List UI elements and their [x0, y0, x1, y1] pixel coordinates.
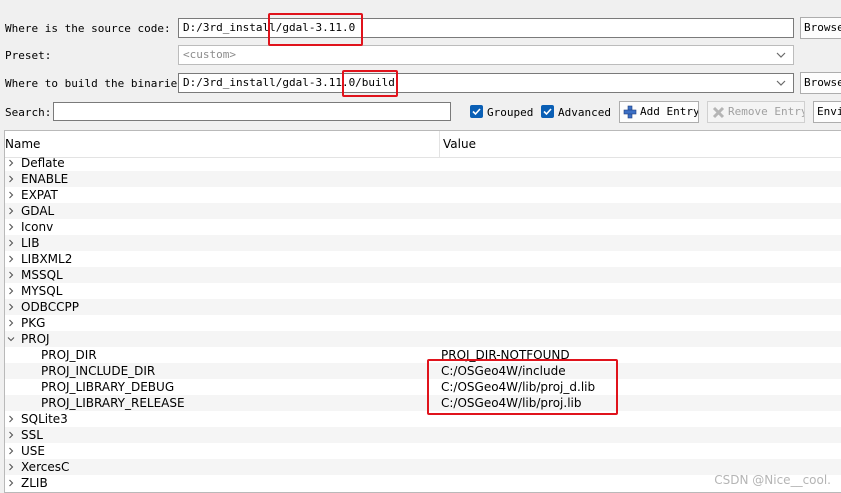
tree-row-name: PROJ_LIBRARY_RELEASE — [41, 396, 185, 410]
chevron-right-icon[interactable] — [7, 415, 15, 423]
chevron-right-icon[interactable] — [7, 159, 15, 167]
grouped-label: Grouped — [487, 106, 534, 119]
tree-row-name: LIBXML2 — [21, 252, 73, 266]
tree-row-name: XercesC — [21, 460, 70, 474]
remove-entry-button[interactable]: Remove Entry — [707, 101, 805, 123]
name-column-header[interactable]: Name — [5, 137, 40, 151]
tree-row-name: GDAL — [21, 204, 55, 218]
tree-group-row[interactable]: ODBCCPP — [5, 299, 841, 315]
watermark: CSDN @Nice__cool. — [714, 473, 831, 487]
tree-row-name: ODBCCPP — [21, 300, 79, 314]
check-icon — [472, 108, 481, 116]
tree-group-row[interactable]: PKG — [5, 315, 841, 331]
tree-row-name: PROJ_LIBRARY_DEBUG — [41, 380, 175, 394]
chevron-right-icon[interactable] — [7, 303, 15, 311]
advanced-label: Advanced — [558, 106, 611, 119]
tree-group-row[interactable]: USE — [5, 443, 841, 459]
tree-group-row[interactable]: Iconv — [5, 219, 841, 235]
tree-row-name: ENABLE — [21, 172, 69, 186]
tree-entry-row[interactable]: PROJ_INCLUDE_DIR C:/OSGeo4W/include — [5, 363, 841, 379]
chevron-down-icon[interactable] — [7, 335, 15, 343]
tree-group-row[interactable]: PROJ — [5, 331, 841, 347]
tree-row-name: MYSQL — [21, 284, 63, 298]
build-browse-button[interactable]: Browse — [800, 72, 841, 94]
tree-group-row[interactable]: LIB — [5, 235, 841, 251]
tree-group-row[interactable]: GDAL — [5, 203, 841, 219]
chevron-right-icon[interactable] — [7, 191, 15, 199]
tree-row-name: Deflate — [21, 156, 65, 170]
tree-group-row[interactable]: ENABLE — [5, 171, 841, 187]
search-label: Search: — [5, 106, 52, 119]
add-entry-button[interactable]: Add Entry — [619, 101, 699, 123]
chevron-right-icon[interactable] — [7, 207, 15, 215]
tree-row-name: PROJ_DIR — [41, 348, 97, 362]
source-browse-button[interactable]: Browse — [800, 17, 841, 39]
tree-entry-row[interactable]: PROJ_LIBRARY_RELEASE C:/OSGeo4W/lib/proj.… — [5, 395, 841, 411]
tree-group-row[interactable]: Deflate — [5, 155, 841, 171]
environment-button[interactable]: Envir — [813, 101, 841, 123]
tree-row-name: USE — [21, 444, 45, 458]
cache-tree[interactable]: Name Value Deflate ENABLE EXPAT GDAL Iconv LI… — [4, 130, 841, 493]
preset-select[interactable]: <custom> — [178, 45, 794, 65]
check-icon — [543, 108, 552, 116]
value-column-header[interactable]: Value — [443, 137, 476, 151]
tree-row-name: SQLite3 — [21, 412, 68, 426]
tree-row-name: EXPAT — [21, 188, 58, 202]
tree-group-row[interactable]: MYSQL — [5, 283, 841, 299]
preset-value: <custom> — [183, 48, 236, 61]
chevron-right-icon[interactable] — [7, 175, 15, 183]
tree-entry-row[interactable]: PROJ_DIR PROJ_DIR-NOTFOUND — [5, 347, 841, 363]
chevron-right-icon[interactable] — [7, 447, 15, 455]
chevron-right-icon[interactable] — [7, 431, 15, 439]
chevron-right-icon[interactable] — [7, 271, 15, 279]
tree-row-name: PROJ_INCLUDE_DIR — [41, 364, 156, 378]
chevron-right-icon[interactable] — [7, 319, 15, 327]
chevron-right-icon[interactable] — [7, 239, 15, 247]
advanced-checkbox[interactable] — [541, 105, 554, 118]
add-entry-label: Add Entry — [640, 105, 699, 118]
tree-row-name: PROJ — [21, 332, 50, 346]
preset-label: Preset: — [5, 49, 52, 62]
tree-row-name: SSL — [21, 428, 43, 442]
tree-group-row[interactable]: SSL — [5, 427, 841, 443]
remove-entry-label: Remove Entry — [728, 105, 805, 118]
tree-group-row[interactable]: LIBXML2 — [5, 251, 841, 267]
chevron-right-icon[interactable] — [7, 479, 15, 487]
highlight-proj-paths — [427, 359, 618, 415]
search-input[interactable] — [53, 102, 451, 121]
plus-icon — [623, 105, 637, 119]
chevron-right-icon[interactable] — [7, 255, 15, 263]
chevron-down-icon — [776, 80, 786, 86]
tree-row-name: Iconv — [21, 220, 54, 234]
highlight-source — [268, 13, 363, 46]
source-label: Where is the source code: — [5, 22, 171, 35]
highlight-build — [342, 70, 398, 97]
tree-row-name: PKG — [21, 316, 46, 330]
build-input[interactable]: D:/3rd_install/gdal-3.11.0/build — [178, 73, 794, 93]
tree-row-name: MSSQL — [21, 268, 63, 282]
column-divider[interactable] — [439, 131, 440, 157]
tree-group-row[interactable]: MSSQL — [5, 267, 841, 283]
chevron-right-icon[interactable] — [7, 287, 15, 295]
chevron-right-icon[interactable] — [7, 223, 15, 231]
build-label: Where to build the binaries: — [5, 77, 191, 90]
tree-group-row[interactable]: EXPAT — [5, 187, 841, 203]
tree-row-name: ZLIB — [21, 476, 48, 490]
close-icon — [712, 106, 725, 119]
tree-entry-row[interactable]: PROJ_LIBRARY_DEBUG C:/OSGeo4W/lib/proj_d.… — [5, 379, 841, 395]
grouped-checkbox[interactable] — [470, 105, 483, 118]
tree-header: Name Value — [5, 131, 841, 158]
chevron-right-icon[interactable] — [7, 463, 15, 471]
tree-row-name: LIB — [21, 236, 40, 250]
cutoff-text: — — — — — — [2, 0, 62, 5]
chevron-down-icon — [776, 52, 786, 58]
tree-group-row[interactable]: SQLite3 — [5, 411, 841, 427]
